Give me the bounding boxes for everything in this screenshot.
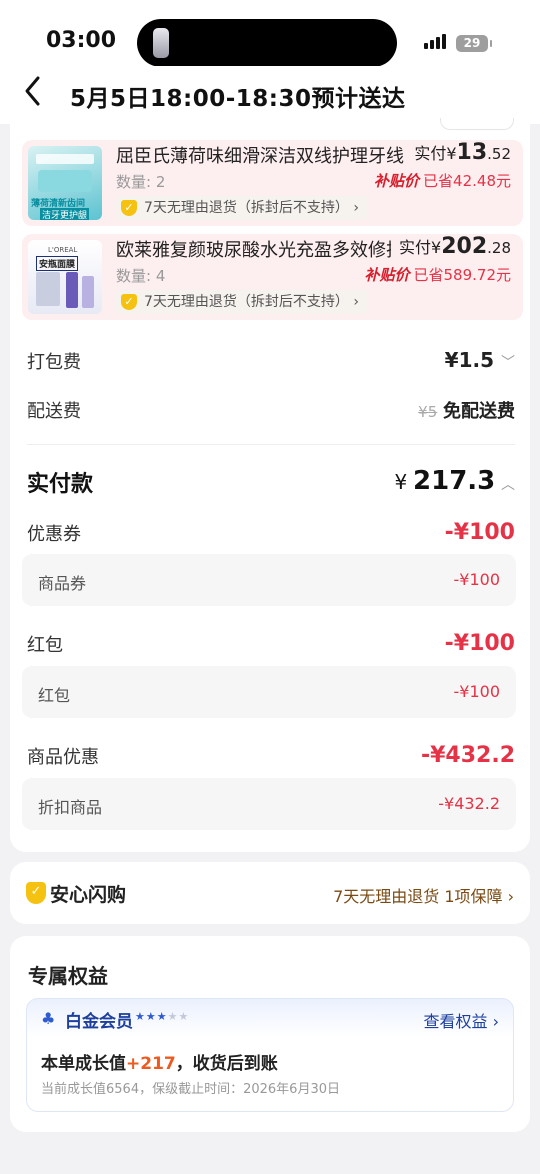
red-packet-label: 红包 <box>27 635 63 656</box>
item-paid-price: 实付¥202.28 <box>391 234 511 259</box>
coupon-detail: 商品券 -¥100 <box>22 554 516 606</box>
coupon-value: -¥100 <box>444 520 515 545</box>
growth-note: 当前成长值6564，保级截止时间：2026年6月30日 <box>41 1082 340 1097</box>
product-discount-detail: 折扣商品 -¥432.2 <box>22 778 516 830</box>
chevron-left-icon <box>25 76 40 106</box>
product-discount-detail-label: 折扣商品 <box>38 798 103 817</box>
benefits-card: 专属权益 ♣ 白金会员 ★★★★★ 查看权益 › 本单成长值+217，收货后到账… <box>10 936 530 1132</box>
item-saved-amount: 补贴价 已省42.48元 <box>374 172 511 190</box>
delivery-fee-label: 配送费 <box>27 401 81 422</box>
chevron-up-icon: ︿ <box>501 477 515 493</box>
product-discount-detail-value: -¥432.2 <box>438 794 500 813</box>
product-discount-label: 商品优惠 <box>27 747 99 768</box>
member-stars: ★★★★★ <box>135 1010 190 1023</box>
thumbnail-caption: L'OREAL <box>48 246 78 254</box>
item-quantity: 数量: 2 <box>116 173 166 191</box>
coupon-detail-label: 商品券 <box>38 574 87 593</box>
assurance-title: 安心闪购 <box>50 884 127 906</box>
assurance-detail: 7天无理由退货 1项保障 › <box>333 887 514 906</box>
member-panel: ♣ 白金会员 ★★★★★ 查看权益 › 本单成长值+217，收货后到账 当前成长… <box>26 998 514 1112</box>
red-packet-detail: 红包 -¥100 <box>22 666 516 718</box>
subsidy-price-logo: 补贴价 <box>364 266 410 284</box>
shield-check-icon: ✓ <box>121 294 137 310</box>
coupon-label: 优惠券 <box>27 524 81 545</box>
packing-fee-value: ¥1.5 <box>444 348 495 372</box>
signal-icon <box>424 34 448 53</box>
item-quantity: 数量: 4 <box>116 267 166 285</box>
member-badge-icon: ♣ <box>41 1009 56 1028</box>
coupon-detail-value: -¥100 <box>453 570 501 589</box>
item-paid-price: 实付¥13.52 <box>406 140 511 165</box>
return-policy-tag[interactable]: ✓ 7天无理由退货（拆封后不支持） › <box>116 290 367 314</box>
red-packet-detail-value: -¥100 <box>453 682 501 701</box>
nav-bar: 5月5日18:00-18:30预计送达 <box>0 66 540 124</box>
red-packet-detail-label: 红包 <box>38 686 71 705</box>
growth-value-line: 本单成长值+217，收货后到账 <box>41 1054 278 1074</box>
order-item[interactable]: 薄荷清新齿间 洁牙更护龈 屈臣氏薄荷味细滑深洁双线护理牙线 数量: 2 ✓ 7天… <box>22 140 523 226</box>
status-time: 03:00 <box>46 28 117 53</box>
product-discount-value: -¥432.2 <box>420 743 515 768</box>
assurance-card[interactable]: ✓ 安心闪购 7天无理由退货 1项保障 › <box>10 862 530 924</box>
chevron-down-icon: ﹀ <box>501 355 515 371</box>
product-thumbnail[interactable]: L'OREAL 安瓶面膜 <box>28 240 102 314</box>
order-item[interactable]: L'OREAL 安瓶面膜 欧莱雅复颜玻尿酸水光充盈多效修护 数量: 4 ✓ 7天… <box>22 234 523 320</box>
return-policy-text: 7天无理由退货（拆封后不支持） <box>144 294 349 310</box>
red-packet-value: -¥100 <box>444 631 515 656</box>
flashlight-icon <box>153 28 169 58</box>
subsidy-price-logo: 补贴价 <box>374 172 420 190</box>
page-title: 5月5日18:00-18:30预计送达 <box>70 86 406 112</box>
member-level: 白金会员 <box>65 1012 133 1032</box>
delivery-fee-value: 免配送费 <box>443 401 515 422</box>
benefits-title: 专属权益 <box>28 964 108 988</box>
shield-check-icon: ✓ <box>121 200 137 216</box>
back-button[interactable] <box>22 74 44 114</box>
return-policy-text: 7天无理由退货（拆封后不支持） <box>144 200 349 216</box>
battery-icon: 29 <box>456 35 492 52</box>
item-saved-amount: 补贴价 已省589.72元 <box>364 266 511 284</box>
return-policy-tag[interactable]: ✓ 7天无理由退货（拆封后不支持） › <box>116 196 367 220</box>
product-thumbnail[interactable]: 薄荷清新齿间 洁牙更护龈 <box>28 146 102 220</box>
shield-check-icon: ✓ <box>26 882 46 904</box>
thumbnail-caption: 安瓶面膜 <box>36 256 79 271</box>
delivery-fee-original: ¥5 <box>418 403 438 421</box>
item-name[interactable]: 屈臣氏薄荷味细滑深洁双线护理牙线 <box>116 142 408 168</box>
view-benefits-link[interactable]: 查看权益 › <box>424 1008 500 1032</box>
item-name[interactable]: 欧莱雅复颜玻尿酸水光充盈多效修护 <box>116 236 408 262</box>
dynamic-island <box>137 19 397 67</box>
thumbnail-caption: 洁牙更护龈 <box>40 208 90 220</box>
total-value: 217.3 <box>413 466 496 496</box>
scroll-edge-tab <box>440 118 514 130</box>
total-label: 实付款 <box>27 472 94 497</box>
total-currency: ¥ <box>394 470 408 494</box>
packing-fee-label: 打包费 <box>27 352 81 373</box>
divider <box>27 444 515 445</box>
